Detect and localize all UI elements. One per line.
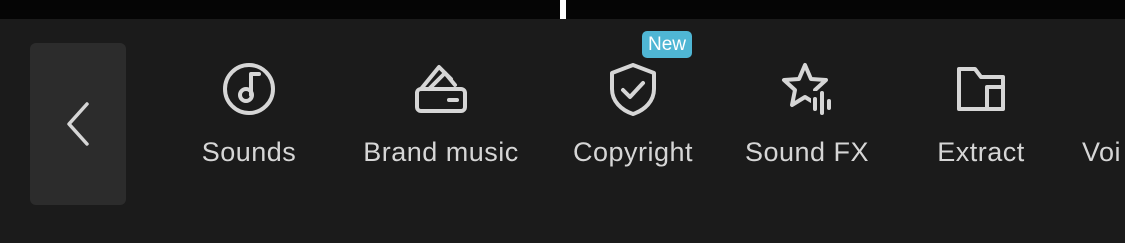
back-button[interactable]	[30, 43, 126, 205]
tool-label: Brand music	[363, 137, 519, 167]
audio-toolbar: Sounds Brand music New Copyright Sound F…	[0, 19, 1125, 243]
shield-check-icon	[603, 59, 663, 119]
chevron-left-icon	[67, 102, 89, 146]
music-note-circle-icon	[219, 59, 279, 119]
timeline-strip	[0, 0, 1125, 19]
voice-icon	[1082, 59, 1125, 119]
brand-folder-icon	[411, 59, 471, 119]
tool-label: Copyright	[572, 137, 694, 167]
tool-copyright[interactable]: New Copyright	[560, 31, 706, 189]
tool-sounds[interactable]: Sounds	[194, 59, 304, 189]
tool-extract[interactable]: Extract	[928, 59, 1034, 189]
new-badge: New	[642, 31, 693, 58]
tool-brand-music[interactable]: Brand music	[350, 59, 532, 189]
tool-label: Voi	[1082, 137, 1122, 167]
tool-label: Sounds	[201, 137, 297, 167]
star-waveform-icon	[777, 59, 837, 119]
playhead-marker[interactable]	[560, 0, 566, 19]
tool-label: Sound FX	[744, 137, 870, 167]
tool-label: Extract	[937, 137, 1025, 167]
tool-voice[interactable]: Voi	[1082, 59, 1125, 189]
folder-extract-icon	[951, 59, 1011, 119]
tool-sound-fx[interactable]: Sound FX	[737, 59, 877, 189]
